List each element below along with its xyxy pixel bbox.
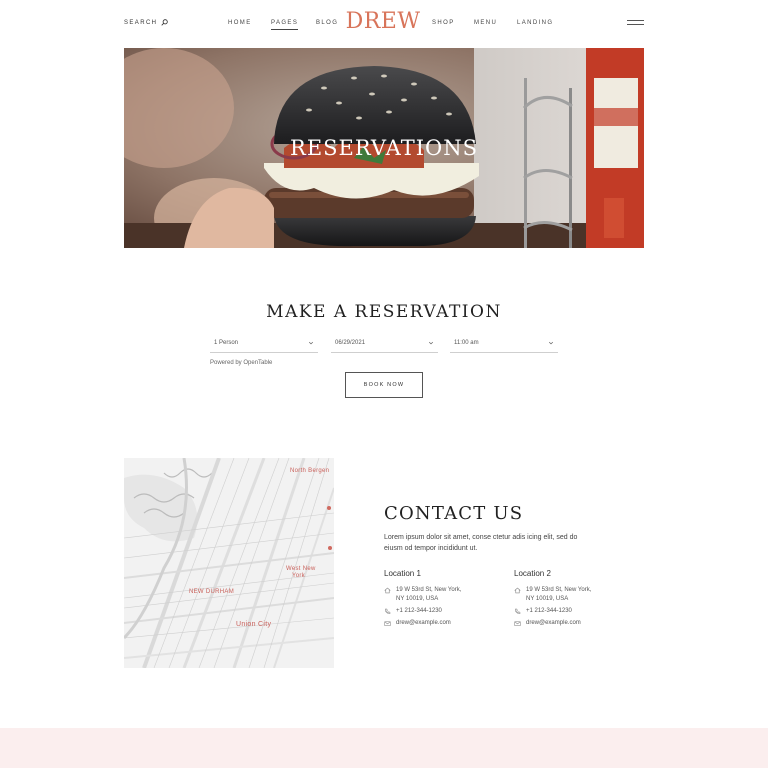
- address-line-1: 19 W 53rd St, New York,: [526, 587, 592, 593]
- nav-pages[interactable]: PAGES: [271, 20, 299, 30]
- email-address: drew@example.com: [526, 620, 581, 626]
- map-label-north-bergen: North Bergen: [290, 468, 330, 474]
- email-address: drew@example.com: [396, 620, 451, 626]
- site-logo[interactable]: DREW: [342, 9, 424, 34]
- address-line-2: NY 10019, USA: [396, 596, 439, 602]
- phone-link[interactable]: +1 212-344-1230: [514, 607, 634, 616]
- location-title: Location 2: [514, 569, 551, 578]
- nav-shop[interactable]: SHOP: [432, 20, 455, 26]
- nav-blog[interactable]: BLOG: [316, 20, 338, 26]
- mail-icon: [514, 621, 521, 626]
- site-header: SEARCH HOME PAGES BLOG DREW SHOP MENU LA…: [0, 0, 768, 48]
- phone-link[interactable]: +1 212-344-1230: [384, 607, 504, 616]
- location-2: Location 2 19 W 53rd St, New York, NY 10…: [514, 569, 634, 631]
- home-icon: [384, 587, 391, 594]
- chevron-down-icon: [308, 341, 314, 345]
- phone-icon: [384, 608, 391, 615]
- map-label-west-new-york: West New: [286, 566, 316, 572]
- time-select[interactable]: 11:00 am: [450, 337, 558, 353]
- search-label: SEARCH: [124, 19, 158, 26]
- footer-band: [0, 728, 768, 768]
- email-link[interactable]: drew@example.com: [384, 619, 504, 628]
- chevron-down-icon: [428, 341, 434, 345]
- address: 19 W 53rd St, New York, NY 10019, USA: [384, 586, 504, 604]
- location-map[interactable]: North Bergen West New York NEW DURHAM Un…: [124, 458, 334, 668]
- phone-number: +1 212-344-1230: [526, 608, 572, 614]
- book-now-button[interactable]: BOOK NOW: [345, 372, 423, 398]
- phone-number: +1 212-344-1230: [396, 608, 442, 614]
- search-icon: [161, 19, 169, 26]
- phone-icon: [514, 608, 521, 615]
- mail-icon: [384, 621, 391, 626]
- map-label-union-city: Union City: [236, 621, 272, 628]
- hamburger-icon[interactable]: [627, 20, 644, 26]
- contact-description: Lorem ipsum dolor sit amet, conse ctetur…: [384, 534, 578, 552]
- chevron-down-icon: [548, 341, 554, 345]
- date-select[interactable]: 06/29/2021: [331, 337, 438, 353]
- reservation-heading: MAKE A RESERVATION: [266, 302, 502, 322]
- party-size-select[interactable]: 1 Person: [210, 337, 318, 353]
- address-line-1: 19 W 53rd St, New York,: [396, 587, 462, 593]
- date-value: 06/29/2021: [335, 340, 366, 346]
- address-line-2: NY 10019, USA: [526, 596, 569, 602]
- powered-by-label: Powered by OpenTable: [210, 360, 273, 366]
- nav-home[interactable]: HOME: [228, 20, 252, 26]
- hero-title: RESERVATIONS: [290, 136, 478, 160]
- address: 19 W 53rd St, New York, NY 10019, USA: [514, 586, 634, 604]
- location-title: Location 1: [384, 569, 421, 578]
- nav-landing[interactable]: LANDING: [517, 20, 553, 26]
- nav-menu[interactable]: MENU: [474, 20, 497, 26]
- home-icon: [514, 587, 521, 594]
- time-value: 11:00 am: [454, 340, 479, 346]
- hero-banner: RESERVATIONS: [124, 48, 644, 248]
- email-link[interactable]: drew@example.com: [514, 619, 634, 628]
- contact-heading: CONTACT US: [384, 503, 524, 524]
- map-label-west-new-york-line2: York: [292, 573, 305, 579]
- map-label-new-durham: NEW DURHAM: [189, 589, 234, 595]
- map-roads: [124, 458, 334, 668]
- search-button[interactable]: SEARCH: [124, 19, 169, 26]
- party-size-value: 1 Person: [214, 340, 239, 346]
- location-1: Location 1 19 W 53rd St, New York, NY 10…: [384, 569, 504, 631]
